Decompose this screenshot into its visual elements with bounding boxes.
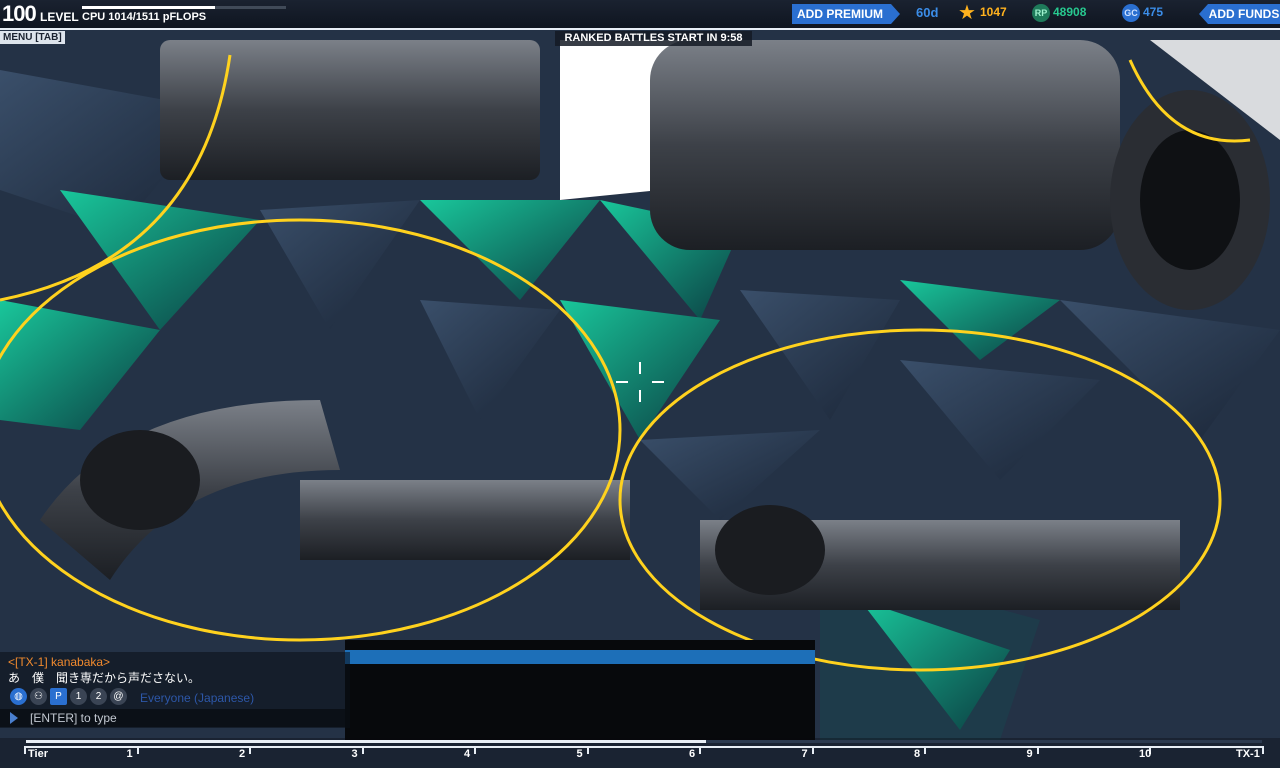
chat-message: あ 僕 聞き専だから声ださない。 xyxy=(8,671,201,685)
tier-label: 2 xyxy=(239,748,246,760)
menu-button[interactable]: MENU [TAB] xyxy=(0,31,65,44)
chat-channel-icons: ◍ ⚇ P 1 2 @ xyxy=(10,688,127,706)
tier-label: 3 xyxy=(351,748,358,760)
chat-sender: <[TX-1] kanabaka> xyxy=(8,655,111,669)
tier-segment xyxy=(811,746,924,754)
tier-segment xyxy=(1036,746,1149,754)
team-one-icon[interactable]: 1 xyxy=(70,688,87,705)
tier-segment xyxy=(474,746,587,754)
party-icon[interactable]: P xyxy=(50,688,67,705)
chat-input-hint: [ENTER] to type xyxy=(30,711,117,725)
tier-progress-fill xyxy=(26,740,706,743)
star-icon: ★ xyxy=(958,2,976,24)
chat-panel: <[TX-1] kanabaka> あ 僕 聞き専だから声ださない。 ◍ ⚇ P… xyxy=(0,652,350,728)
tier-segment xyxy=(136,746,249,754)
galaxy-coins-icon: GC xyxy=(1122,4,1140,22)
clan-icon[interactable]: ⚇ xyxy=(30,688,47,705)
tier-segment xyxy=(699,746,812,754)
tier-progress xyxy=(26,740,1262,743)
team-two-icon[interactable]: 2 xyxy=(90,688,107,705)
robot-points-icon: RP xyxy=(1032,4,1050,22)
chat-arrow-icon xyxy=(10,712,18,724)
robot-points-value: 48908 xyxy=(1053,5,1087,19)
add-premium-button[interactable]: ADD PREMIUM xyxy=(792,4,900,24)
tier-bar: Tier 1 2 3 4 5 6 7 8 9 10 TX-1 xyxy=(0,738,1280,768)
tier-label: 5 xyxy=(576,748,583,760)
tier-label: 6 xyxy=(689,748,696,760)
premium-days: 60d xyxy=(916,5,939,20)
level-number: 100 xyxy=(2,1,37,26)
tier-segment xyxy=(586,746,699,754)
level-label: LEVEL xyxy=(40,10,79,24)
galaxy-coins-value: 475 xyxy=(1143,5,1164,19)
tier-label: TX-1 xyxy=(1236,748,1260,760)
cpu-readout: CPU 1014/1511 pFLOPS xyxy=(82,11,207,23)
tier-label: 10 xyxy=(1139,748,1152,760)
top-bar: 100 LEVEL CPU 1014/1511 pFLOPS ADD PREMI… xyxy=(0,0,1280,30)
tier-segment xyxy=(924,746,1037,754)
whisper-icon[interactable]: @ xyxy=(110,688,127,705)
tier-label: 7 xyxy=(801,748,808,760)
add-funds-button[interactable]: ADD FUNDS xyxy=(1199,4,1280,24)
tier-label: 8 xyxy=(914,748,921,760)
ranked-countdown: RANKED BATTLES START IN 9:58 xyxy=(555,31,752,46)
tier-label: Tier xyxy=(28,748,48,760)
tier-label: 4 xyxy=(464,748,471,760)
tier-label: 9 xyxy=(1026,748,1033,760)
star-value: 1047 xyxy=(980,5,1007,19)
level-progress-fill xyxy=(82,6,215,9)
tier-segment xyxy=(249,746,362,754)
tier-label: 1 xyxy=(126,748,133,760)
chat-input[interactable]: [ENTER] to type xyxy=(0,709,350,727)
tier-segment xyxy=(361,746,474,754)
level-progress-bar xyxy=(82,6,286,9)
globe-icon[interactable]: ◍ xyxy=(10,688,27,705)
chat-channel-label: Everyone (Japanese) xyxy=(140,691,255,705)
